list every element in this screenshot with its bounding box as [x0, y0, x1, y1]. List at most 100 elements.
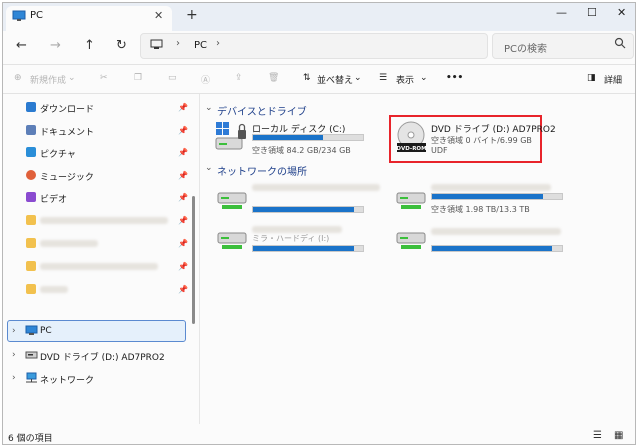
back-icon[interactable]: ←: [16, 38, 27, 53]
rename-icon[interactable]: Ⓐ: [201, 73, 210, 86]
sort-icon[interactable]: ⇅: [303, 73, 311, 83]
drive-c-usage-bar: [252, 134, 364, 141]
sidebar-item-pictures[interactable]: ピクチャ: [40, 147, 76, 160]
view-icon[interactable]: ☰: [379, 73, 387, 83]
details-pane-icon[interactable]: ◨: [587, 73, 596, 83]
up-icon[interactable]: ↑: [84, 38, 95, 53]
chevron-right-icon[interactable]: ›: [12, 326, 16, 336]
search-placeholder: PCの検索: [504, 44, 548, 55]
dvd-drive-icon: [25, 351, 38, 359]
cut-icon[interactable]: ✂: [100, 73, 108, 83]
forward-icon[interactable]: →: [50, 38, 61, 53]
address-bar[interactable]: [140, 33, 488, 59]
minimize-icon[interactable]: —: [556, 6, 567, 19]
pin-icon[interactable]: 📌: [178, 193, 188, 202]
net-drive-2-usage-fill: [432, 194, 543, 199]
status-item-count: 6 個の項目: [8, 434, 53, 444]
redacted-folder[interactable]: [40, 263, 158, 270]
pane-divider[interactable]: [199, 94, 200, 424]
close-tab-icon[interactable]: ✕: [154, 9, 163, 22]
pc-icon: [25, 325, 38, 335]
pictures-icon: [26, 147, 36, 157]
scrollbar[interactable]: [192, 196, 195, 324]
chevron-right-icon[interactable]: ›: [176, 38, 180, 49]
details-button[interactable]: 詳細: [604, 73, 622, 86]
divider: [3, 64, 635, 65]
group-header-network[interactable]: ネットワークの場所: [217, 163, 307, 178]
network-drive-icon: [396, 192, 426, 209]
pin-icon[interactable]: 📌: [178, 103, 188, 112]
sidebar-item-pc[interactable]: PC: [40, 326, 52, 336]
breadcrumb-pc[interactable]: PC: [194, 40, 207, 51]
chevron-right-icon[interactable]: ›: [216, 38, 220, 49]
paste-icon[interactable]: ▭: [168, 73, 177, 83]
dvd-disc-icon: DVD-ROM: [396, 121, 427, 152]
redacted-folder[interactable]: [40, 240, 98, 247]
dvd-rom-label: DVD-ROM: [396, 146, 426, 152]
sidebar-item-dvd[interactable]: DVD ドライブ (D:) AD7PRO2: [40, 350, 165, 363]
pin-icon[interactable]: 📌: [178, 239, 188, 248]
folder-icon: [26, 284, 36, 294]
group-header-devices[interactable]: デバイスとドライブ: [217, 103, 307, 118]
net-drive-1-usage-fill: [253, 207, 355, 212]
more-button[interactable]: •••: [446, 73, 463, 83]
copy-icon[interactable]: ❐: [134, 73, 142, 83]
folder-icon: [26, 238, 36, 248]
sort-button[interactable]: 並べ替え: [317, 73, 353, 86]
monitor-icon: [12, 10, 26, 21]
music-icon: [26, 170, 36, 180]
new-button[interactable]: 新規作成: [30, 73, 66, 86]
network-drive-icon: [217, 232, 247, 249]
chevron-right-icon[interactable]: ›: [12, 350, 16, 360]
pin-icon[interactable]: 📌: [178, 216, 188, 225]
close-icon[interactable]: ✕: [617, 6, 626, 19]
chevron-down-icon[interactable]: ⌄: [205, 163, 213, 173]
sidebar-item-downloads[interactable]: ダウンロード: [40, 102, 94, 115]
new-icon[interactable]: ⊕: [14, 73, 22, 83]
net-drive-2-free: 空き領域 1.98 TB/13.3 TB: [431, 205, 530, 214]
tiles-view-icon[interactable]: ▦: [614, 430, 623, 441]
drive-c-usage-fill: [253, 135, 324, 140]
sidebar-item-music[interactable]: ミュージック: [40, 170, 94, 183]
chevron-down-icon[interactable]: ⌄: [68, 73, 76, 83]
pin-icon[interactable]: 📌: [178, 148, 188, 157]
new-tab-icon[interactable]: +: [186, 7, 198, 23]
redacted-folder[interactable]: [40, 286, 68, 293]
share-icon[interactable]: ⇪: [235, 73, 243, 83]
chevron-down-icon[interactable]: ⌄: [420, 73, 428, 83]
network-drive-icon: [217, 192, 247, 209]
network-drive-icon: [396, 232, 426, 249]
folder-icon: [26, 261, 36, 271]
redacted-network-name[interactable]: [431, 228, 561, 235]
download-icon: [26, 102, 36, 112]
sidebar-item-network[interactable]: ネットワーク: [40, 373, 94, 386]
net-drive-3-usage-bar: [252, 245, 364, 252]
folder-icon: [26, 215, 36, 225]
details-view-icon[interactable]: ☰: [593, 430, 602, 441]
monitor-small-icon: [150, 39, 163, 49]
tab-title: PC: [30, 10, 44, 21]
pin-icon[interactable]: 📌: [178, 126, 188, 135]
search-icon[interactable]: [614, 37, 626, 49]
pin-icon[interactable]: 📌: [178, 171, 188, 180]
delete-icon[interactable]: 🗑: [268, 73, 279, 83]
redacted-folder[interactable]: [40, 217, 168, 224]
pin-icon[interactable]: 📌: [178, 262, 188, 271]
redacted-network-name[interactable]: [252, 226, 342, 233]
chevron-right-icon[interactable]: ›: [12, 373, 16, 383]
videos-icon: [26, 192, 36, 202]
drive-d-name[interactable]: DVD ドライブ (D:) AD7PRO2: [431, 122, 556, 135]
maximize-icon[interactable]: ☐: [587, 6, 597, 19]
redacted-network-name[interactable]: [252, 184, 380, 191]
sidebar-item-documents[interactable]: ドキュメント: [40, 125, 94, 138]
chevron-down-icon[interactable]: ⌄: [205, 103, 213, 113]
net-drive-3-name[interactable]: ミラ・ハードディ (I:): [252, 233, 329, 244]
redacted-network-name[interactable]: [431, 184, 551, 191]
drive-c-free: 空き領域 84.2 GB/234 GB: [252, 146, 351, 155]
view-button[interactable]: 表示: [396, 73, 414, 86]
refresh-icon[interactable]: ↻: [116, 38, 127, 53]
chevron-down-icon[interactable]: ⌄: [354, 73, 362, 83]
sidebar-item-videos[interactable]: ビデオ: [40, 192, 67, 205]
pin-icon[interactable]: 📌: [178, 285, 188, 294]
divider: [3, 93, 635, 94]
